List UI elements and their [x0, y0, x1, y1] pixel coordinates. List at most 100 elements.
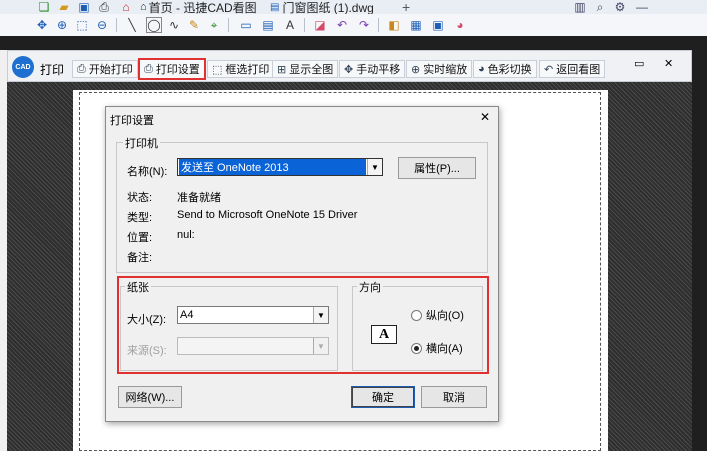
- open-folder-icon[interactable]: ▰: [56, 0, 72, 15]
- close-window-icon[interactable]: ✕: [664, 57, 673, 70]
- orientation-group-legend: 方向: [357, 279, 383, 295]
- ok-button[interactable]: 确定: [351, 386, 415, 408]
- zoom-icon: ⊕: [411, 63, 421, 76]
- search-icon[interactable]: ⌕: [592, 0, 608, 15]
- comment-label: 备注:: [127, 252, 153, 264]
- zoom-out-icon[interactable]: ⊖: [94, 17, 110, 33]
- print-toolbar: CAD 打印 ⎙ 开始打印 ⎙ 打印设置 ⬚ 框选打印 ⊞ 显示全图 ✥ 手动平…: [7, 50, 692, 82]
- pan-icon: ✥: [344, 63, 354, 76]
- where-value: nul:: [177, 229, 195, 241]
- show-all-button[interactable]: ⊞ 显示全图: [272, 60, 339, 78]
- start-print-button[interactable]: ⎙ 开始打印: [72, 60, 138, 78]
- select-frame-icon: ⬚: [212, 63, 223, 76]
- chevron-down-icon: ▼: [367, 159, 382, 175]
- right-panel-edge: [692, 36, 707, 451]
- landscape-radio-option[interactable]: 横向(A): [411, 340, 463, 356]
- color-switch-button[interactable]: ◕ 色彩切换: [473, 60, 537, 78]
- window-print-button[interactable]: ⬚ 框选打印: [207, 60, 275, 78]
- printer-group: 打印机 名称(N): 发送至 OneNote 2013 ▼ 属性(P)... 状…: [116, 135, 488, 273]
- home-icon[interactable]: ⌂: [118, 0, 134, 15]
- new-file-icon[interactable]: ❏: [36, 0, 52, 15]
- realtime-zoom-button[interactable]: ⊕ 实时缩放: [406, 60, 473, 78]
- back-to-view-label: 返回看图: [556, 64, 601, 76]
- eraser-icon[interactable]: ◪: [312, 17, 328, 33]
- type-label: 类型:: [127, 212, 153, 224]
- pencil-icon[interactable]: ✎: [186, 17, 202, 33]
- chevron-down-icon: ▼: [313, 307, 328, 323]
- printer-name-value: 发送至 OneNote 2013: [179, 159, 366, 175]
- show-all-label: 显示全图: [289, 64, 334, 76]
- manual-pan-button[interactable]: ✥ 手动平移: [339, 60, 406, 78]
- manual-pan-label: 手动平移: [356, 64, 401, 76]
- cad-logo-icon: CAD: [12, 56, 34, 78]
- print-setup-button[interactable]: ⎙ 打印设置: [138, 58, 206, 80]
- polyline-icon[interactable]: ∿: [166, 17, 182, 33]
- redo-icon[interactable]: ↷: [356, 17, 372, 33]
- line-icon[interactable]: ╲: [124, 17, 140, 33]
- table-icon[interactable]: ▤: [260, 17, 276, 33]
- paper-source-select[interactable]: ▼: [177, 337, 329, 355]
- zoom-window-icon[interactable]: ⬚: [74, 17, 90, 33]
- landscape-label: 横向(A): [426, 343, 463, 355]
- printer-name-select[interactable]: 发送至 OneNote 2013 ▼: [177, 158, 383, 176]
- chevron-down-icon: ▼: [313, 338, 328, 354]
- tab-home[interactable]: ⌂ 首页 - 迅捷CAD看图: [140, 0, 257, 15]
- home-tab-icon: ⌂: [140, 1, 147, 13]
- gear-icon[interactable]: ⚙: [612, 0, 628, 15]
- paper-group: 纸张 大小(Z): A4 ▼ 来源(S): ▼: [120, 279, 338, 371]
- paper-group-legend: 纸张: [125, 279, 151, 295]
- close-icon[interactable]: ✕: [480, 110, 490, 124]
- portrait-radio[interactable]: [411, 309, 422, 321]
- new-tab-button[interactable]: +: [402, 0, 410, 15]
- orientation-group: 方向 A 纵向(O) 横向(A): [352, 279, 483, 371]
- toolbar-separator: [304, 18, 305, 32]
- realtime-zoom-label: 实时缩放: [423, 64, 468, 76]
- blocks-icon[interactable]: ▦: [408, 17, 424, 33]
- zoom-in-icon[interactable]: ⊕: [54, 17, 70, 33]
- paper-size-label: 大小(Z):: [127, 314, 167, 326]
- drawing-toolbar: ✥ ⊕ ⬚ ⊖ ╲ ◯ ∿ ✎ ⌖ ▭ ▤ A ◪ ↶ ↷ ◧ ▦ ▣ ◕: [0, 14, 707, 37]
- tab-drawing[interactable]: ▤ 门窗图纸 (1).dwg: [270, 0, 374, 15]
- dialog-title: 打印设置: [110, 115, 154, 127]
- minimize-icon[interactable]: —: [634, 0, 650, 15]
- layout-icon[interactable]: ▥: [572, 0, 588, 15]
- restore-window-icon[interactable]: ▭: [634, 57, 644, 70]
- layers-icon[interactable]: ◧: [386, 17, 402, 33]
- properties-button[interactable]: 属性(P)...: [398, 157, 476, 179]
- rectangle-icon[interactable]: ▭: [238, 17, 254, 33]
- printer-group-legend: 打印机: [123, 135, 160, 151]
- where-label: 位置:: [127, 232, 153, 244]
- status-label: 状态:: [127, 192, 153, 204]
- save-icon[interactable]: ▣: [76, 0, 92, 15]
- undo-icon[interactable]: ↶: [334, 17, 350, 33]
- circle-icon[interactable]: ◯: [146, 17, 162, 33]
- print-settings-dialog: 打印设置 ✕ 打印机 名称(N): 发送至 OneNote 2013 ▼ 属性(…: [105, 106, 499, 422]
- printer-name-label: 名称(N):: [127, 166, 168, 178]
- text-icon[interactable]: A: [282, 17, 298, 33]
- window-tab-bar: ❏ ▰ ▣ ⎙ ⌂ ⌂ 首页 - 迅捷CAD看图 ▤ 门窗图纸 (1).dwg …: [0, 0, 707, 15]
- status-value: 准备就绪: [177, 192, 221, 204]
- back-to-view-button[interactable]: ↶ 返回看图: [539, 60, 606, 78]
- print-icon: ⎙: [77, 62, 86, 75]
- paper-size-value: A4: [180, 309, 194, 321]
- orientation-preview-icon: A: [371, 325, 397, 344]
- toolbar-separator: [228, 18, 229, 32]
- portrait-radio-option[interactable]: 纵向(O): [411, 307, 464, 323]
- color-switch-label: 色彩切换: [487, 64, 532, 76]
- measure-icon[interactable]: ⌖: [206, 17, 222, 33]
- toolbar-separator: [378, 18, 379, 32]
- print-icon[interactable]: ⎙: [96, 0, 112, 15]
- toolbar-separator: [116, 18, 117, 32]
- landscape-radio[interactable]: [411, 342, 422, 354]
- printer-settings-icon: ⎙: [144, 62, 153, 75]
- color-wheel-icon[interactable]: ◕: [452, 17, 468, 33]
- pan-icon[interactable]: ✥: [34, 17, 50, 33]
- network-button[interactable]: 网络(W)...: [118, 386, 182, 408]
- properties-icon[interactable]: ▣: [430, 17, 446, 33]
- paper-source-label: 来源(S):: [127, 345, 167, 357]
- window-print-label: 框选打印: [225, 64, 270, 76]
- print-setup-label: 打印设置: [155, 64, 200, 76]
- paper-size-select[interactable]: A4 ▼: [177, 306, 329, 324]
- radio-selected-dot: [414, 345, 419, 351]
- cancel-button[interactable]: 取消: [421, 386, 487, 408]
